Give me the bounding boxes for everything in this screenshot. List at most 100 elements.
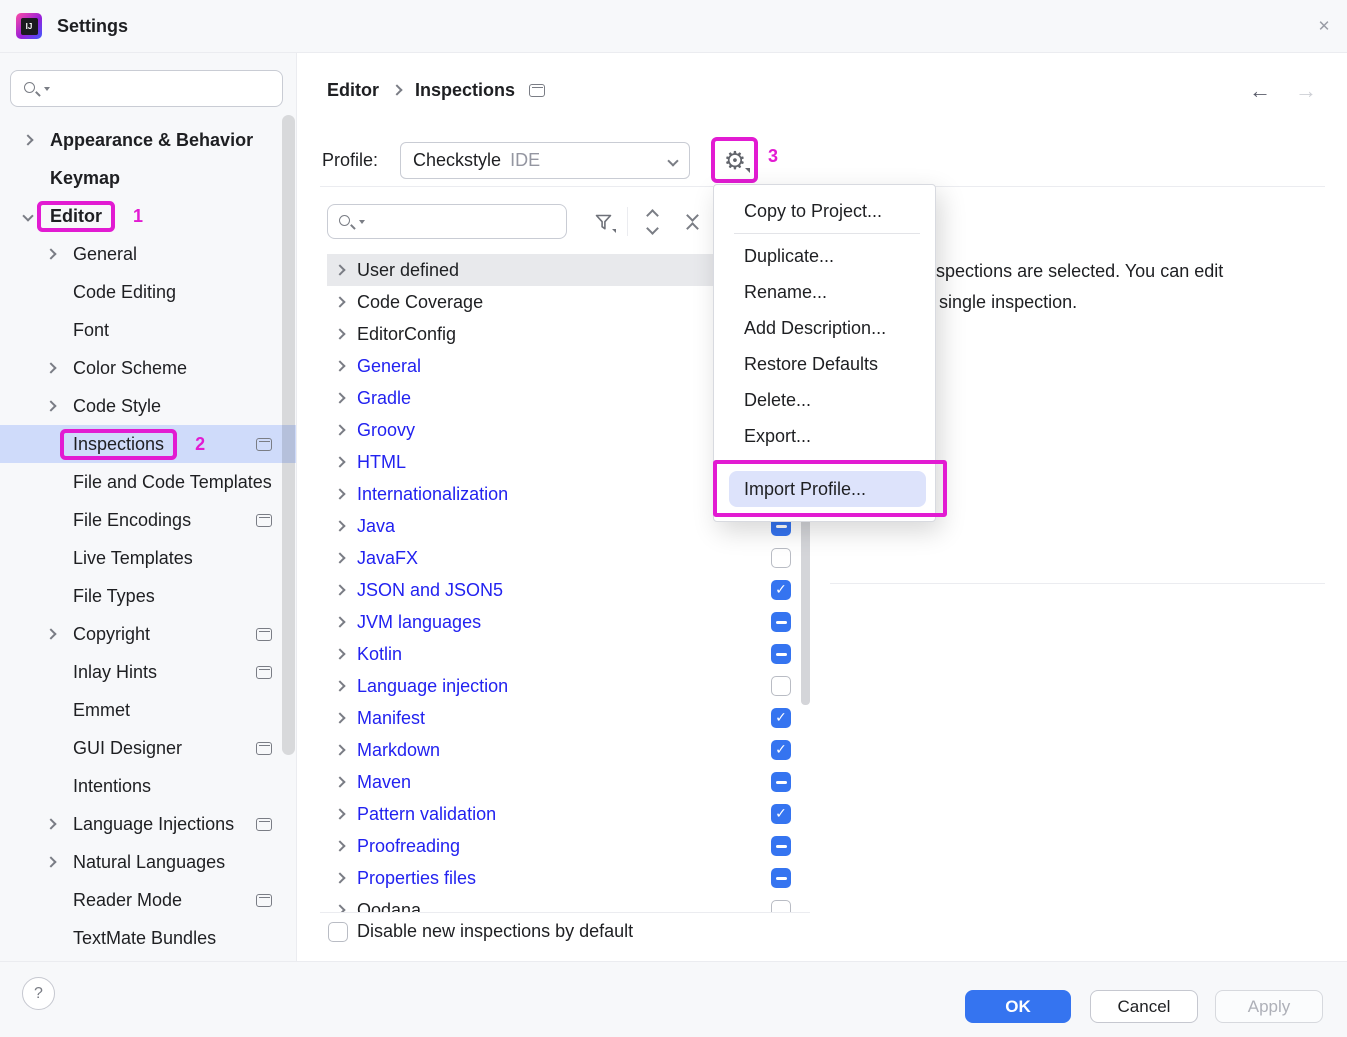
tree-row-checkbox[interactable] bbox=[771, 740, 791, 760]
profile-badge: IDE bbox=[510, 150, 540, 171]
tree-row-jvm-languages[interactable]: JVM languages bbox=[327, 606, 801, 638]
menu-item-rename-[interactable]: Rename... bbox=[714, 274, 935, 310]
tree-row-label: Properties files bbox=[357, 868, 476, 889]
back-arrow-icon[interactable]: ← bbox=[1249, 78, 1271, 104]
chevron-right-icon bbox=[334, 424, 345, 435]
chevron-right-icon bbox=[334, 296, 345, 307]
search-icon bbox=[22, 79, 42, 99]
sidebar-item-intentions[interactable]: Intentions bbox=[0, 767, 296, 805]
tree-row-javafx[interactable]: JavaFX bbox=[327, 542, 801, 574]
sidebar-item-label: Live Templates bbox=[73, 548, 193, 569]
tree-row-properties-files[interactable]: Properties files bbox=[327, 862, 801, 894]
tree-row-qodana[interactable]: Qodana bbox=[327, 894, 801, 912]
sidebar-item-label: Emmet bbox=[73, 700, 130, 721]
tree-row-checkbox[interactable] bbox=[771, 868, 791, 888]
chevron-right-icon bbox=[334, 712, 345, 723]
sidebar-item-code-style[interactable]: Code Style bbox=[0, 387, 296, 425]
menu-item-restore-defaults[interactable]: Restore Defaults bbox=[714, 346, 935, 382]
tree-row-checkbox[interactable] bbox=[771, 580, 791, 600]
sidebar-item-general[interactable]: General bbox=[0, 235, 296, 273]
menu-item-delete-[interactable]: Delete... bbox=[714, 382, 935, 418]
chevron-right-icon bbox=[334, 552, 345, 563]
tree-row-checkbox[interactable] bbox=[771, 644, 791, 664]
sidebar-item-keymap[interactable]: Keymap bbox=[0, 159, 296, 197]
apply-button: Apply bbox=[1215, 990, 1323, 1023]
sidebar-item-inlay-hints[interactable]: Inlay Hints bbox=[0, 653, 296, 691]
tree-row-pattern-validation[interactable]: Pattern validation bbox=[327, 798, 801, 830]
sidebar-item-live-templates[interactable]: Live Templates bbox=[0, 539, 296, 577]
gear-icon[interactable]: ⚙ bbox=[717, 142, 753, 178]
settings-search-field[interactable] bbox=[10, 70, 283, 107]
tree-row-checkbox[interactable] bbox=[771, 900, 791, 912]
sidebar-item-file-and-code-templates[interactable]: File and Code Templates bbox=[0, 463, 296, 501]
sidebar-scrollbar[interactable] bbox=[282, 115, 295, 755]
menu-item-export-[interactable]: Export... bbox=[714, 418, 935, 454]
cancel-button[interactable]: Cancel bbox=[1090, 990, 1198, 1023]
tree-row-language-injection[interactable]: Language injection bbox=[327, 670, 801, 702]
tree-row-label: Manifest bbox=[357, 708, 425, 729]
filter-icon[interactable] bbox=[589, 207, 619, 237]
sidebar-item-label: Language Injections bbox=[73, 814, 234, 835]
menu-item-add-description-[interactable]: Add Description... bbox=[714, 310, 935, 346]
sidebar-item-label: Editor bbox=[41, 205, 111, 228]
sidebar-item-inspections[interactable]: Inspections2 bbox=[0, 425, 296, 463]
sidebar-item-language-injections[interactable]: Language Injections bbox=[0, 805, 296, 843]
tree-row-json-and-json5[interactable]: JSON and JSON5 bbox=[327, 574, 801, 606]
collapse-all-icon[interactable] bbox=[677, 207, 707, 237]
sidebar-item-file-encodings[interactable]: File Encodings bbox=[0, 501, 296, 539]
sidebar-item-editor[interactable]: Editor 1 bbox=[0, 197, 296, 235]
breadcrumb-editor[interactable]: Editor bbox=[327, 80, 379, 101]
sidebar-item-natural-languages[interactable]: Natural Languages bbox=[0, 843, 296, 881]
sidebar-item-appearance-behavior[interactable]: Appearance & Behavior bbox=[0, 121, 296, 159]
sidebar-item-copyright[interactable]: Copyright bbox=[0, 615, 296, 653]
tree-row-markdown[interactable]: Markdown bbox=[327, 734, 801, 766]
sidebar-item-emmet[interactable]: Emmet bbox=[0, 691, 296, 729]
settings-dialog: IJ Settings ✕ Appearance & BehaviorKeyma… bbox=[0, 0, 1347, 1037]
ok-button[interactable]: OK bbox=[965, 990, 1071, 1023]
sidebar-item-textmate-bundles[interactable]: TextMate Bundles bbox=[0, 919, 296, 957]
tree-row-checkbox[interactable] bbox=[771, 804, 791, 824]
project-settings-icon bbox=[256, 514, 272, 527]
annotation-number-1: 1 bbox=[133, 206, 143, 227]
disable-new-inspections-checkbox[interactable] bbox=[328, 922, 348, 942]
close-icon[interactable]: ✕ bbox=[1309, 11, 1339, 41]
help-icon[interactable]: ? bbox=[22, 977, 55, 1010]
tree-row-checkbox[interactable] bbox=[771, 676, 791, 696]
menu-item-copy-to-project-[interactable]: Copy to Project... bbox=[714, 193, 935, 229]
sidebar-item-file-types[interactable]: File Types bbox=[0, 577, 296, 615]
sidebar-item-reader-mode[interactable]: Reader Mode bbox=[0, 881, 296, 919]
sidebar-item-color-scheme[interactable]: Color Scheme bbox=[0, 349, 296, 387]
tree-row-checkbox[interactable] bbox=[771, 836, 791, 856]
chevron-right-icon bbox=[334, 808, 345, 819]
tree-row-manifest[interactable]: Manifest bbox=[327, 702, 801, 734]
tree-row-maven[interactable]: Maven bbox=[327, 766, 801, 798]
tree-row-checkbox[interactable] bbox=[771, 548, 791, 568]
tree-row-proofreading[interactable]: Proofreading bbox=[327, 830, 801, 862]
profile-dropdown[interactable]: Checkstyle IDE bbox=[400, 142, 690, 179]
chevron-right-icon bbox=[334, 840, 345, 851]
tree-row-kotlin[interactable]: Kotlin bbox=[327, 638, 801, 670]
tree-row-checkbox[interactable] bbox=[771, 772, 791, 792]
sidebar-item-code-editing[interactable]: Code Editing bbox=[0, 273, 296, 311]
sidebar-item-label: Keymap bbox=[50, 168, 120, 189]
project-settings-icon bbox=[256, 438, 272, 451]
tree-scrollbar[interactable] bbox=[801, 515, 810, 705]
menu-item-duplicate-[interactable]: Duplicate... bbox=[714, 238, 935, 274]
inspections-search-input[interactable] bbox=[369, 210, 605, 233]
tree-row-checkbox[interactable] bbox=[771, 612, 791, 632]
search-input[interactable] bbox=[54, 77, 290, 100]
sidebar-item-gui-designer[interactable]: GUI Designer bbox=[0, 729, 296, 767]
inspections-search-field[interactable] bbox=[327, 204, 567, 239]
project-settings-icon bbox=[256, 628, 272, 641]
tree-row-checkbox[interactable] bbox=[771, 708, 791, 728]
profile-label: Profile: bbox=[322, 150, 378, 171]
annotation-number-3: 3 bbox=[768, 146, 778, 167]
sidebar-item-label: Natural Languages bbox=[73, 852, 225, 873]
menu-item-import-profile-[interactable]: Import Profile... bbox=[729, 471, 926, 507]
search-history-caret-icon bbox=[44, 87, 50, 91]
forward-arrow-icon: → bbox=[1295, 78, 1317, 104]
tree-row-label: JSON and JSON5 bbox=[357, 580, 503, 601]
expand-all-icon[interactable] bbox=[637, 207, 667, 237]
sidebar-item-font[interactable]: Font bbox=[0, 311, 296, 349]
chevron-right-icon bbox=[45, 248, 56, 259]
